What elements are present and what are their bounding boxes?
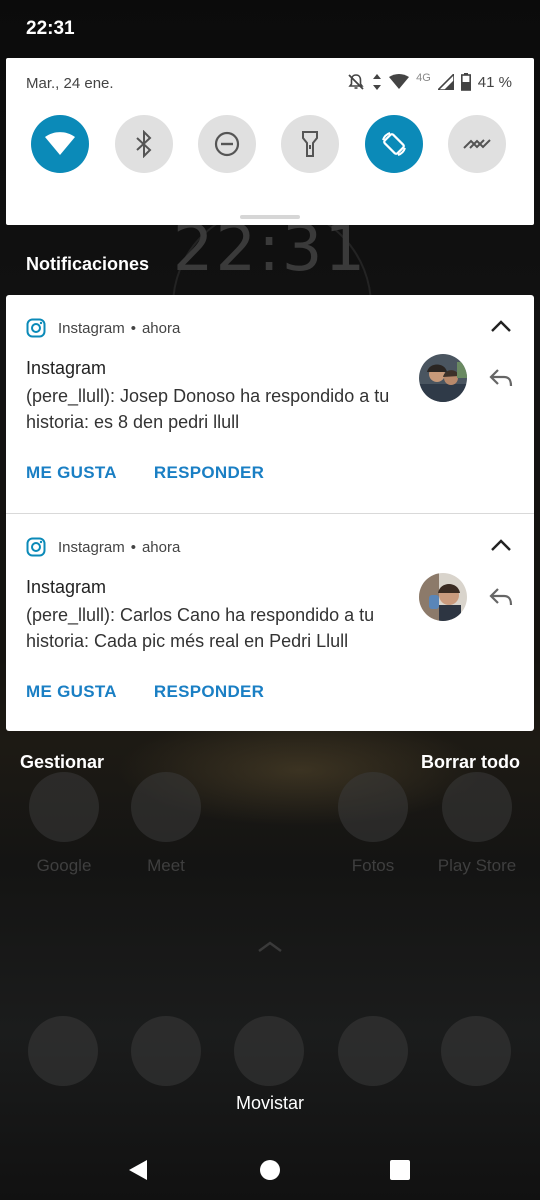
notifications-off-icon [348,74,364,90]
qs-tile-bluetooth[interactable] [115,115,173,173]
notification-app-row: Instagram • ahora [26,536,180,558]
notification-app-row: Instagram • ahora [26,317,180,339]
qs-tile-data-saver[interactable] [448,115,506,173]
messages-app-icon [131,1016,201,1086]
chrome-app-icon [338,1016,408,1086]
dnd-icon [214,131,240,157]
notification-actions: ME GUSTA RESPONDER [26,682,264,704]
app-drawer-chevron-icon [258,941,282,953]
reply-icon[interactable] [488,367,514,389]
battery-percent: 41 % [477,73,512,91]
notification-time: ahora [141,319,181,337]
notification-card[interactable]: Instagram • ahora Instagram (pere_llull)… [6,513,534,731]
reply-button[interactable]: RESPONDER [154,463,264,485]
home-app-google: Google [14,772,114,876]
notification-app-name: Instagram [58,319,125,337]
like-button[interactable]: ME GUSTA [26,682,117,704]
rotate-icon [382,132,406,156]
qs-tiles [31,115,511,175]
wifi-status-icon [389,74,410,89]
camera-app-icon [441,1016,511,1086]
home-icon[interactable] [256,1156,284,1184]
avatar [419,354,467,402]
recents-icon[interactable] [386,1156,414,1184]
instagram-icon [26,537,46,557]
home-app-play-store: Play Store [427,772,527,876]
phone-app-icon [28,1016,98,1086]
back-icon[interactable] [125,1156,153,1184]
notification-time: ahora [141,538,181,556]
status-time: 22:31 [26,18,75,39]
battery-icon [460,73,471,91]
home-app-row: Google Meet Fotos Play Store [0,772,540,882]
home-dock [0,1016,540,1096]
notification-title: Instagram [26,358,107,378]
quick-settings-panel: Mar., 24 ene. 4G 41 % [6,58,534,225]
notification-text: (pere_llull): Carlos Cano ha respondido … [26,605,375,651]
separator-dot: • [130,319,136,337]
manage-button[interactable]: Gestionar [20,752,104,773]
home-app-fotos: Fotos [323,772,423,876]
qs-date[interactable]: Mar., 24 ene. [26,75,114,92]
collapse-chevron-icon[interactable] [490,538,512,552]
qs-tile-auto-rotate[interactable] [365,115,423,173]
avatar [419,573,467,621]
cell-signal-icon [437,74,454,90]
like-button[interactable]: ME GUSTA [26,463,117,485]
separator-dot: • [130,538,136,556]
reply-icon[interactable] [488,586,514,608]
notification-actions: ME GUSTA RESPONDER [26,463,264,485]
notification-title: Instagram [26,577,107,597]
navigation-bar [0,1140,540,1200]
qs-drag-handle[interactable] [240,215,300,219]
notification-text: (pere_llull): Josep Donoso ha respondido… [26,386,390,432]
reply-button[interactable]: RESPONDER [154,682,264,704]
data-arrows-icon [373,74,382,90]
flashlight-icon [302,131,318,157]
collapse-chevron-icon[interactable] [490,319,512,333]
assistant-app-icon [234,1016,304,1086]
instagram-icon [26,318,46,338]
qs-status-icons: 4G 41 % [347,71,512,93]
wifi-icon [45,132,75,155]
network-type: 4G [416,72,431,84]
data-saver-icon [463,139,491,149]
carrier-label: Movistar [235,1093,304,1113]
qs-tile-wifi[interactable] [31,115,89,173]
notifications-header: Notificaciones [26,254,150,274]
clear-all-button[interactable]: Borrar todo [421,752,520,773]
qs-tile-flashlight[interactable] [281,115,339,173]
bluetooth-icon [136,130,152,158]
notification-card[interactable]: Instagram • ahora Instagram (pere_llull)… [6,295,534,513]
notification-app-name: Instagram [58,538,125,556]
qs-tile-do-not-disturb[interactable] [198,115,256,173]
home-app-meet: Meet [116,772,216,876]
